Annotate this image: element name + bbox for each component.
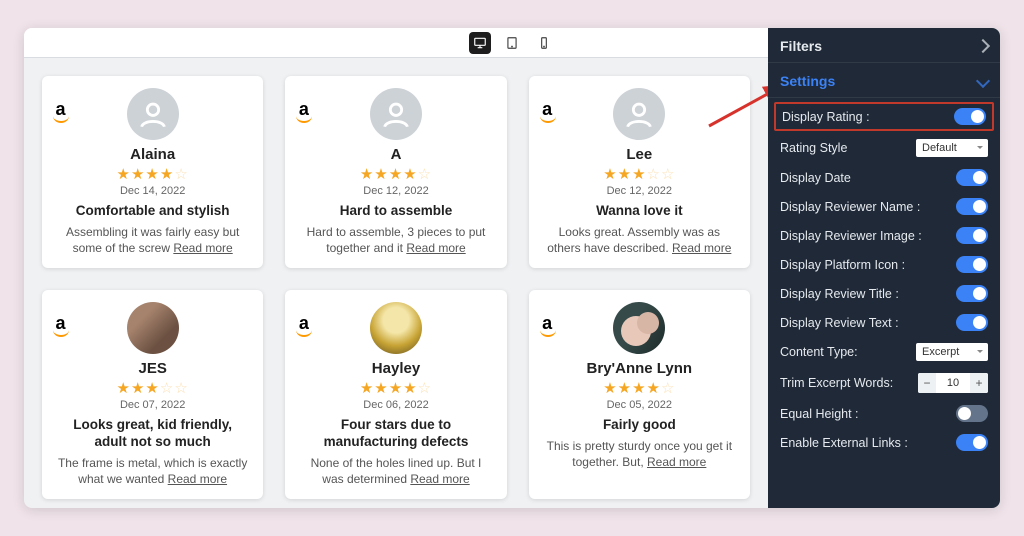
amazon-icon: a — [295, 314, 312, 337]
enable-links-toggle[interactable] — [956, 434, 988, 451]
review-date: Dec 06, 2022 — [299, 399, 492, 411]
device-tablet-button[interactable] — [501, 32, 523, 54]
review-date: Dec 12, 2022 — [543, 185, 736, 197]
review-card: a A ★★★★☆ Dec 12, 2022 Hard to assemble Hard … — [285, 76, 506, 268]
read-more-link[interactable]: Read more — [410, 472, 469, 486]
settings-sidebar: Filters Settings Display Rating : Rating… — [768, 28, 1000, 508]
star-rating: ★★★★☆ — [299, 379, 492, 397]
display-reviewer-name-toggle[interactable] — [956, 198, 988, 215]
star-rating: ★★★★☆ — [56, 165, 249, 183]
reviewer-name: Bry'Anne Lynn — [543, 360, 736, 377]
star-rating: ★★★☆☆ — [56, 379, 249, 397]
review-text: This is pretty sturdy once you get it to… — [543, 438, 736, 470]
equal-height-toggle[interactable] — [956, 405, 988, 422]
display-date-toggle[interactable] — [956, 169, 988, 186]
reviewer-name: Hayley — [299, 360, 492, 377]
review-date: Dec 12, 2022 — [299, 185, 492, 197]
review-date: Dec 07, 2022 — [56, 399, 249, 411]
amazon-icon: a — [52, 100, 69, 123]
review-text: The frame is metal, which is exactly wha… — [56, 455, 249, 487]
display-date-label: Display Date — [780, 171, 851, 185]
review-title: Looks great, kid friendly, adult not so … — [56, 417, 249, 451]
display-review-title-label: Display Review Title : — [780, 287, 899, 301]
read-more-link[interactable]: Read more — [647, 455, 706, 469]
display-review-text-label: Display Review Text : — [780, 316, 899, 330]
trim-words-stepper[interactable]: − 10 + — [918, 373, 988, 393]
avatar — [613, 302, 665, 354]
display-rating-row: Display Rating : — [774, 102, 994, 131]
display-platform-icon-label: Display Platform Icon : — [780, 258, 905, 272]
review-title: Comfortable and stylish — [56, 203, 249, 220]
review-card: a JES ★★★☆☆ Dec 07, 2022 Looks great, kid fr… — [42, 290, 263, 499]
display-reviewer-image-label: Display Reviewer Image : — [780, 229, 922, 243]
chevron-right-icon — [976, 39, 990, 53]
avatar — [127, 302, 179, 354]
rating-style-select[interactable]: Default — [916, 139, 988, 157]
review-text: None of the holes lined up. But I was de… — [299, 455, 492, 487]
avatar — [613, 88, 665, 140]
amazon-icon: a — [539, 314, 556, 337]
filters-label: Filters — [780, 38, 822, 54]
display-rating-label: Display Rating : — [782, 110, 870, 124]
display-reviewer-name-label: Display Reviewer Name : — [780, 200, 920, 214]
review-card: a Alaina ★★★★☆ Dec 14, 2022 Comfortable and … — [42, 76, 263, 268]
read-more-link[interactable]: Read more — [173, 241, 232, 255]
display-review-title-toggle[interactable] — [956, 285, 988, 302]
star-rating: ★★★★☆ — [299, 165, 492, 183]
rating-style-label: Rating Style — [780, 141, 847, 155]
review-text: Looks great. Assembly was as others have… — [543, 224, 736, 256]
content-type-row: Content Type: Excerpt — [768, 337, 1000, 367]
filters-section-header[interactable]: Filters — [768, 28, 1000, 62]
avatar — [370, 302, 422, 354]
display-reviewer-image-toggle[interactable] — [956, 227, 988, 244]
review-title: Hard to assemble — [299, 203, 492, 220]
trim-words-row: Trim Excerpt Words: − 10 + — [768, 367, 1000, 399]
content-type-label: Content Type: — [780, 345, 858, 359]
review-text: Hard to assemble, 3 pieces to put togeth… — [299, 224, 492, 256]
content-type-select[interactable]: Excerpt — [916, 343, 988, 361]
review-date: Dec 14, 2022 — [56, 185, 249, 197]
star-rating: ★★★☆☆ — [543, 165, 736, 183]
read-more-link[interactable]: Read more — [672, 241, 731, 255]
display-platform-icon-toggle[interactable] — [956, 256, 988, 273]
stepper-minus[interactable]: − — [918, 373, 936, 393]
amazon-icon: a — [539, 100, 556, 123]
settings-label: Settings — [780, 73, 835, 89]
chevron-down-icon — [976, 74, 990, 88]
reviewer-name: Lee — [543, 146, 736, 163]
avatar — [127, 88, 179, 140]
reviewer-name: A — [299, 146, 492, 163]
amazon-icon: a — [295, 100, 312, 123]
read-more-link[interactable]: Read more — [406, 241, 465, 255]
review-title: Four stars due to manufacturing defects — [299, 417, 492, 451]
enable-links-label: Enable External Links : — [780, 436, 908, 450]
trim-words-label: Trim Excerpt Words: — [780, 376, 893, 390]
review-card: a Hayley ★★★★☆ Dec 06, 2022 Four stars due t… — [285, 290, 506, 499]
review-title: Fairly good — [543, 417, 736, 434]
equal-height-label: Equal Height : — [780, 407, 859, 421]
review-title: Wanna love it — [543, 203, 736, 220]
device-desktop-button[interactable] — [469, 32, 491, 54]
amazon-icon: a — [52, 314, 69, 337]
display-rating-toggle[interactable] — [954, 108, 986, 125]
display-review-text-toggle[interactable] — [956, 314, 988, 331]
reviewer-name: Alaina — [56, 146, 249, 163]
read-more-link[interactable]: Read more — [168, 472, 227, 486]
review-date: Dec 05, 2022 — [543, 399, 736, 411]
settings-section-header[interactable]: Settings — [768, 62, 1000, 98]
rating-style-row: Rating Style Default — [768, 133, 1000, 163]
device-mobile-button[interactable] — [533, 32, 555, 54]
review-card: a Lee ★★★☆☆ Dec 12, 2022 Wanna love it Looks … — [529, 76, 750, 268]
stepper-value: 10 — [936, 373, 970, 393]
stepper-plus[interactable]: + — [970, 373, 988, 393]
review-text: Assembling it was fairly easy but some o… — [56, 224, 249, 256]
review-card: a Bry'Anne Lynn ★★★★☆ Dec 05, 2022 Fairly go… — [529, 290, 750, 499]
avatar — [370, 88, 422, 140]
star-rating: ★★★★☆ — [543, 379, 736, 397]
reviewer-name: JES — [56, 360, 249, 377]
